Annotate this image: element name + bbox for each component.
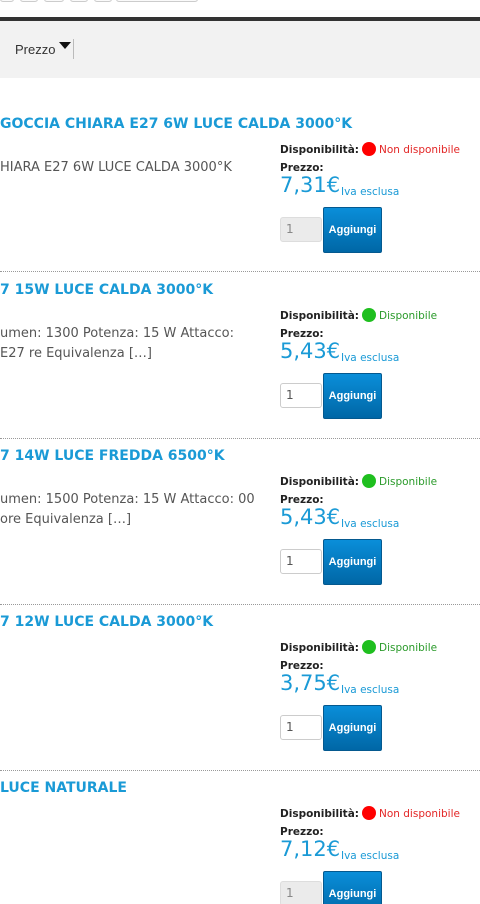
product-title[interactable]: 7 14W LUCE FREDDA 6500°K: [0, 448, 225, 464]
product-description: HIARA E27 6W LUCE CALDA 3000°K: [0, 160, 232, 175]
add-to-cart-button[interactable]: Aggiungi: [323, 539, 382, 585]
availability-status: Disponibile: [379, 642, 438, 654]
sort-by-price[interactable]: Prezzo: [15, 42, 55, 57]
availability-label: Disponibilità:: [280, 144, 359, 156]
availability-status: Disponibile: [379, 310, 438, 322]
quantity-input[interactable]: 1: [280, 715, 322, 740]
availability-label: Disponibilità:: [280, 642, 359, 654]
vat-note: Iva esclusa: [341, 850, 400, 862]
product-price: 7,31€: [280, 173, 341, 197]
availability-label: Disponibilità:: [280, 476, 359, 488]
add-to-cart-button[interactable]: Aggiungi: [323, 705, 382, 751]
pagination-button[interactable]: [94, 0, 112, 2]
pagination-button[interactable]: [20, 0, 38, 2]
availability: Disponibilità: Non disponibile: [280, 806, 460, 820]
separator: [0, 438, 480, 439]
status-dot-icon: [362, 142, 376, 156]
availability: Disponibilità: Disponibile: [280, 640, 437, 654]
availability: Disponibilità: Disponibile: [280, 474, 437, 488]
product-price: 7,12€: [280, 837, 341, 861]
pagination: [0, 0, 480, 2]
product-title[interactable]: LUCE NATURALE: [0, 780, 127, 796]
availability-status: Non disponibile: [379, 144, 460, 156]
availability-status: Disponibile: [379, 476, 438, 488]
quantity-input[interactable]: 1: [280, 549, 322, 574]
separator: [0, 770, 480, 771]
status-dot-icon: [362, 806, 376, 820]
product-description: umen: 1300 Potenza: 15 W Attacco: E27 re…: [0, 326, 234, 361]
product-title[interactable]: 7 15W LUCE CALDA 3000°K: [0, 282, 213, 298]
pagination-button[interactable]: [116, 0, 198, 2]
vat-note: Iva esclusa: [341, 352, 400, 364]
product-price: 3,75€: [280, 671, 341, 695]
availability-label: Disponibilità:: [280, 310, 359, 322]
product-title[interactable]: 7 12W LUCE CALDA 3000°K: [0, 614, 213, 630]
quantity-input[interactable]: 1: [280, 383, 322, 408]
product-price: 5,43€: [280, 505, 341, 529]
add-to-cart-button[interactable]: Aggiungi: [323, 207, 382, 253]
divider: [73, 39, 74, 59]
product-title[interactable]: GOCCIA CHIARA E27 6W LUCE CALDA 3000°K: [0, 116, 352, 132]
quantity-input[interactable]: 1: [280, 881, 322, 904]
vat-note: Iva esclusa: [341, 186, 400, 198]
product-description: umen: 1500 Potenza: 15 W Attacco: 00 ore…: [0, 492, 255, 527]
vat-note: Iva esclusa: [341, 684, 400, 696]
vat-note: Iva esclusa: [341, 518, 400, 530]
status-dot-icon: [362, 640, 376, 654]
product-price: 5,43€: [280, 339, 341, 363]
availability: Disponibilità: Non disponibile: [280, 142, 460, 156]
add-to-cart-button[interactable]: Aggiungi: [323, 373, 382, 419]
availability-label: Disponibilità:: [280, 808, 359, 820]
pagination-button[interactable]: [44, 0, 64, 2]
pagination-button[interactable]: [0, 0, 14, 2]
sort-bar: Prezzo: [0, 21, 480, 78]
status-dot-icon: [362, 474, 376, 488]
quantity-input[interactable]: 1: [280, 217, 322, 242]
caret-down-icon[interactable]: [59, 42, 71, 49]
pagination-button[interactable]: [70, 0, 88, 2]
status-dot-icon: [362, 308, 376, 322]
separator: [0, 271, 480, 272]
add-to-cart-button[interactable]: Aggiungi: [323, 871, 382, 904]
availability-status: Non disponibile: [379, 808, 460, 820]
separator: [0, 604, 480, 605]
availability: Disponibilità: Disponibile: [280, 308, 437, 322]
